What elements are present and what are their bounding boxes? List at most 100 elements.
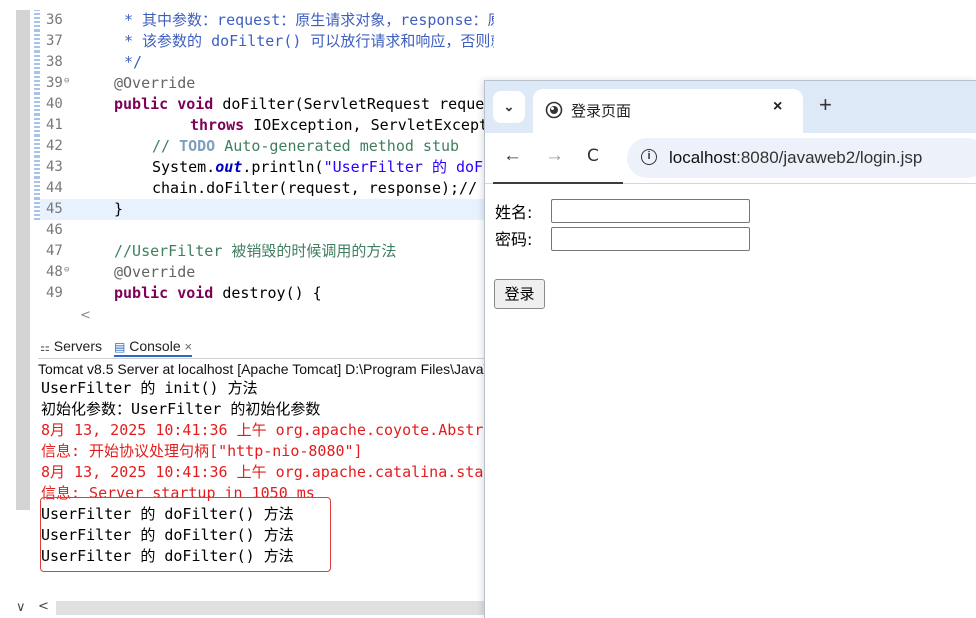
comment: Auto-generated method stub	[215, 137, 460, 155]
scrollbar-thumb[interactable]	[56, 601, 488, 615]
forward-icon[interactable]: →	[545, 145, 564, 167]
console-line: 8月 13, 2025 10:41:36 上午 org.apache.coyot…	[41, 421, 488, 439]
line-number: 40	[46, 96, 63, 112]
servers-icon: ⚏	[40, 342, 50, 354]
code-text: chain.doFilter(request, response);//	[152, 179, 478, 197]
code-line: 37 * 该参数的 doFilter() 可以放行请求和响应，否则就是拦截	[34, 31, 494, 52]
line-number: 44	[46, 180, 63, 196]
line-number: 36	[46, 12, 63, 28]
code-line: 40 public void doFilter(ServletRequest r…	[34, 94, 494, 115]
keyword: public void	[114, 284, 214, 302]
change-marker	[34, 52, 40, 73]
change-marker	[34, 136, 40, 157]
new-tab-icon[interactable]: +	[819, 93, 832, 117]
browser-window: ⌄ 登录页面 × + ← → C i localhost:8080/javawe…	[484, 80, 976, 618]
change-marker	[34, 73, 40, 94]
browser-tab-active[interactable]: 登录页面 ×	[533, 89, 803, 133]
reload-icon[interactable]: C	[587, 145, 599, 167]
code-fragment: destroy() {	[213, 284, 322, 302]
chevron-down-icon[interactable]: ∨	[16, 600, 26, 615]
browser-toolbar: ← → C i localhost:8080/javaweb2/login.js…	[485, 133, 976, 184]
browser-tab-strip: ⌄ 登录页面 × +	[485, 81, 976, 133]
console-horizontal-scrollbar[interactable]: <	[34, 599, 488, 617]
code-line: 47 //UserFilter 被销毁的时候调用的方法	[34, 241, 494, 262]
password-input[interactable]	[551, 227, 750, 251]
code-line: 36 * 其中参数：request：原生请求对象，response：原生的响应对…	[34, 10, 494, 31]
code-text: //UserFilter 被销毁的时候调用的方法	[114, 242, 397, 260]
code-line: 39 ⊖ @Override	[34, 73, 494, 94]
code-text: * 该参数的 doFilter() 可以放行请求和响应，否则就是拦截	[124, 32, 494, 50]
code-line: 46	[34, 220, 494, 241]
name-label: 姓名:	[495, 203, 533, 222]
code-editor[interactable]: 36 * 其中参数：request：原生请求对象，response：原生的响应对…	[34, 10, 494, 328]
code-line: 43 System.out.println("UserFilter 的 doFi…	[34, 157, 494, 178]
password-label: 密码:	[495, 230, 533, 249]
console-icon: ▤	[114, 340, 126, 354]
console-line: 初始化参数：UserFilter 的初始化参数	[41, 400, 321, 418]
tab-search-button[interactable]: ⌄	[493, 91, 525, 123]
line-number: 43	[46, 159, 63, 175]
change-marker	[34, 94, 40, 115]
line-number: 49	[46, 285, 63, 301]
tab-label: Servers	[53, 338, 102, 354]
tab-servers[interactable]: ⚏ Servers	[40, 337, 102, 355]
line-number: 47	[46, 243, 63, 259]
console-process-title: Tomcat v8.5 Server at localhost [Apache …	[38, 358, 488, 379]
code-text: public void destroy() {	[114, 283, 322, 304]
code-line: 38 */	[34, 52, 494, 73]
code-line: 42 // TODO Auto-generated method stub	[34, 136, 494, 157]
highlight-annotation-box	[40, 497, 331, 572]
line-number: 41	[46, 117, 63, 133]
code-line: 49 public void destroy() {	[34, 283, 494, 304]
code-text: public void doFilter(ServletRequest requ…	[114, 94, 494, 115]
line-number: 46	[46, 222, 63, 238]
fold-toggle-icon[interactable]: ⊖	[64, 260, 69, 281]
name-input[interactable]	[551, 199, 750, 223]
change-marker	[34, 115, 40, 136]
change-marker	[34, 10, 40, 31]
keyword: throws	[190, 116, 245, 134]
console-line: 信息: 开始协议处理句柄["http-nio-8080"]	[41, 442, 363, 460]
change-marker	[34, 199, 40, 220]
scroll-left-icon[interactable]: <	[38, 599, 49, 614]
code-fragment: IOException, ServletException {	[253, 116, 494, 134]
info-icon[interactable]: i	[641, 149, 657, 165]
tab-title: 登录页面	[571, 103, 632, 120]
fold-toggle-icon[interactable]: ⊖	[64, 71, 69, 92]
todo-tag: TODO	[179, 137, 216, 155]
console-tab-bar: ⚏ Servers ▤ Console ×	[38, 334, 488, 357]
globe-icon	[545, 101, 563, 119]
login-button[interactable]: 登录	[494, 279, 545, 309]
url-text: localhost:8080/javaweb2/login.jsp	[669, 148, 922, 168]
code-text: throws IOException, ServletException {	[190, 115, 494, 136]
console-line: 8月 13, 2025 10:41:36 上午 org.apache.catal…	[41, 463, 488, 481]
address-bar[interactable]: i localhost:8080/javaweb2/login.jsp	[627, 138, 976, 178]
code-text: System.out.println("UserFilter 的 doFilte…	[152, 157, 494, 178]
close-icon[interactable]: ×	[773, 98, 782, 116]
editor-horizontal-scrollbar[interactable]: <	[34, 308, 494, 326]
code-fragment: doFilter(ServletRequest request, Servlet…	[222, 95, 494, 113]
close-icon[interactable]: ×	[185, 339, 193, 354]
change-marker	[34, 31, 40, 52]
code-line: 48 ⊖ @Override	[34, 262, 494, 283]
line-number: 37	[46, 33, 63, 49]
tab-label: Console	[129, 338, 181, 354]
scroll-left-icon[interactable]: <	[80, 308, 91, 323]
code-text: */	[124, 53, 143, 71]
tab-console[interactable]: ▤ Console ×	[114, 337, 193, 357]
string-literal: "UserFilter 的 doFilter() 方法"	[323, 158, 494, 176]
keyword: public void	[114, 95, 214, 113]
code-text: // TODO Auto-generated method stub	[152, 136, 459, 157]
login-page: 姓名: 密码: 登录	[485, 184, 976, 618]
line-number: 42	[46, 138, 63, 154]
chevron-down-icon: ⌄	[503, 99, 515, 114]
code-text: @Override	[114, 74, 196, 92]
code-text: @Override	[114, 263, 196, 281]
editor-vertical-scrollbar[interactable]	[16, 10, 30, 510]
code-line: 41 throws IOException, ServletException …	[34, 115, 494, 136]
line-number: 48	[46, 264, 63, 280]
back-icon[interactable]: ←	[503, 145, 522, 167]
code-fragment: System.	[152, 158, 216, 176]
url-path: :8080/javaweb2/login.jsp	[736, 148, 923, 167]
change-marker	[34, 178, 40, 199]
